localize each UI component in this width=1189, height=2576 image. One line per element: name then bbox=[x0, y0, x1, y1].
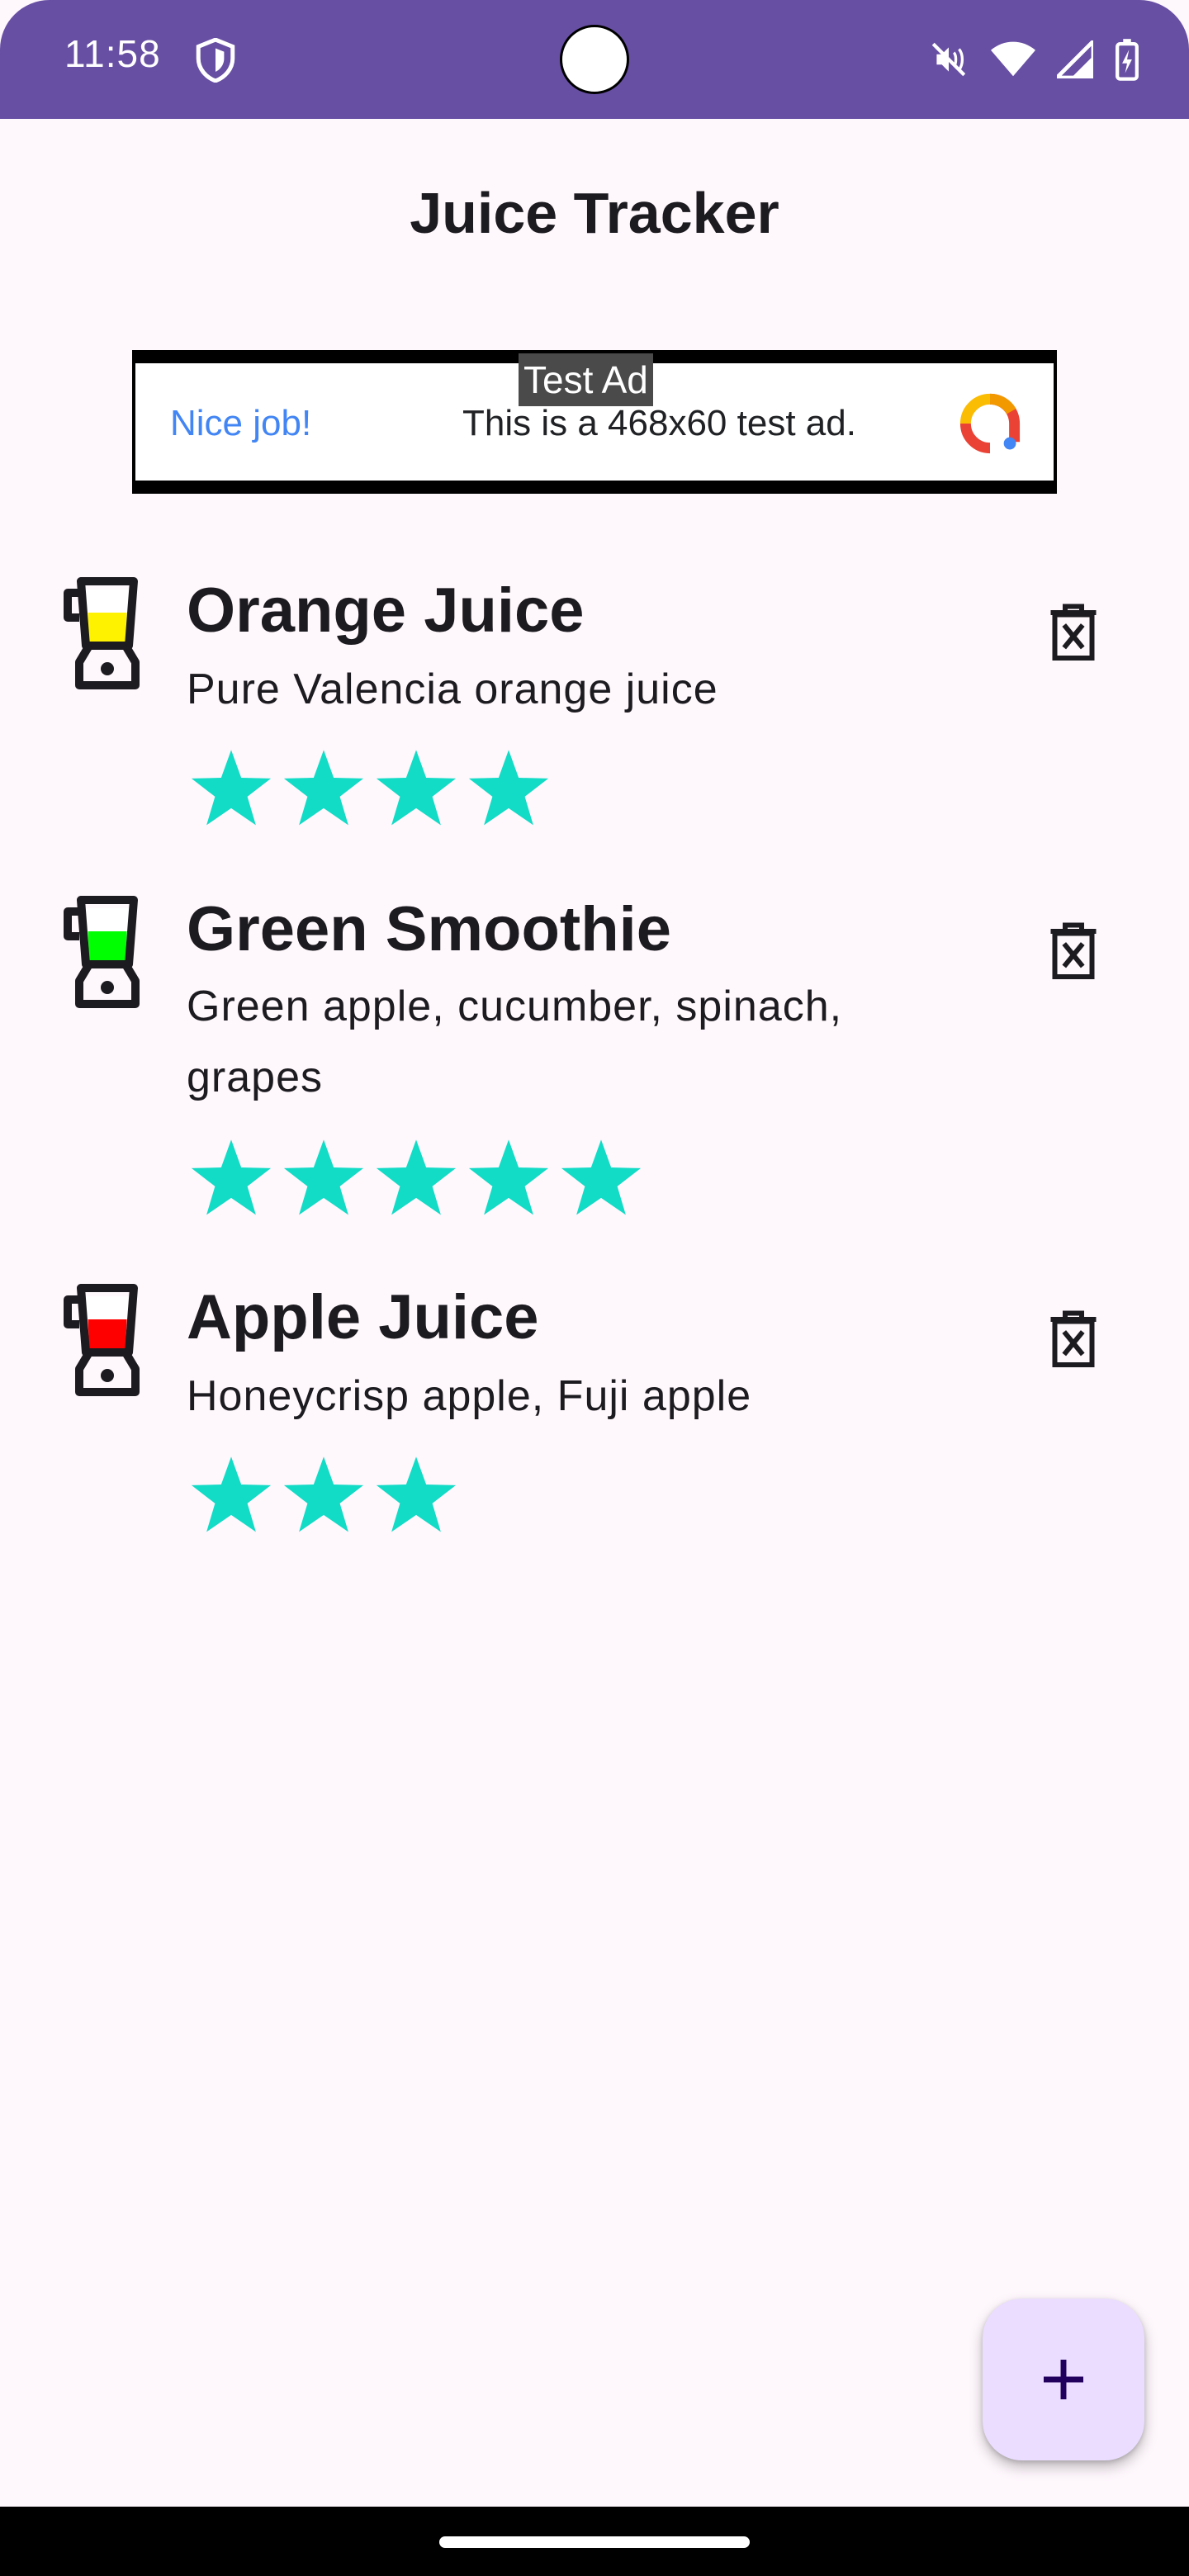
star-icon bbox=[376, 1139, 457, 1215]
star-icon bbox=[191, 1139, 272, 1215]
page-title: Juice Tracker bbox=[410, 181, 779, 245]
status-bar: 11:58 bbox=[0, 0, 1189, 119]
juice-description: Green apple, cucumber, spinach, grapes bbox=[187, 983, 843, 1101]
rating-stars bbox=[185, 1133, 647, 1225]
star-icon bbox=[468, 1139, 549, 1215]
signal-icon bbox=[1057, 40, 1093, 78]
rating-stars bbox=[185, 1450, 462, 1542]
star-icon bbox=[561, 1139, 642, 1215]
star-icon bbox=[376, 750, 457, 826]
blender-icon bbox=[64, 1284, 140, 1396]
ad-text[interactable]: This is a 468x60 test ad. bbox=[462, 403, 856, 444]
delete-icon bbox=[1050, 922, 1097, 979]
juice-fill bbox=[88, 1319, 127, 1349]
camera-cutout bbox=[560, 25, 629, 94]
juice-tracker-screen: 11:58 Juice Tracker Nice job! This is a … bbox=[0, 0, 1189, 2576]
add-juice-button[interactable] bbox=[983, 2299, 1144, 2460]
delete-icon bbox=[1050, 604, 1097, 661]
status-time: 11:58 bbox=[64, 32, 161, 75]
blender-icon bbox=[64, 896, 140, 1008]
mute-icon bbox=[931, 42, 966, 77]
ad-logo-icon[interactable] bbox=[959, 393, 1021, 454]
juice-description: Pure Valencia orange juice bbox=[187, 665, 718, 713]
rating-stars bbox=[185, 743, 555, 836]
blender-icon bbox=[64, 577, 140, 689]
delete-button[interactable] bbox=[1042, 596, 1105, 670]
juice-name: Green Smoothie bbox=[187, 894, 671, 964]
juice-fill bbox=[88, 613, 127, 642]
juice-name: Apple Juice bbox=[187, 1282, 539, 1352]
delete-button[interactable] bbox=[1042, 1303, 1105, 1377]
juice-name: Orange Juice bbox=[187, 575, 585, 646]
star-icon bbox=[468, 750, 549, 826]
star-icon bbox=[283, 1456, 364, 1532]
star-icon bbox=[283, 1139, 364, 1215]
test-ad-label: Test Ad bbox=[519, 353, 653, 406]
battery-charging-icon bbox=[1116, 39, 1139, 81]
star-icon bbox=[376, 1456, 457, 1532]
star-icon bbox=[283, 750, 364, 826]
ad-headline[interactable]: Nice job! bbox=[170, 403, 311, 444]
wifi-icon bbox=[991, 41, 1035, 77]
plus-icon bbox=[1044, 2360, 1083, 2399]
home-gesture-handle[interactable] bbox=[439, 2536, 750, 2548]
star-icon bbox=[191, 1456, 272, 1532]
star-icon bbox=[191, 750, 272, 826]
delete-button[interactable] bbox=[1042, 915, 1105, 989]
juice-fill bbox=[88, 931, 127, 961]
status-icons bbox=[928, 36, 1139, 83]
juice-description: Honeycrisp apple, Fuji apple bbox=[187, 1372, 752, 1420]
shield-icon bbox=[196, 38, 235, 83]
delete-icon bbox=[1050, 1310, 1097, 1367]
navigation-bar bbox=[0, 2507, 1189, 2576]
